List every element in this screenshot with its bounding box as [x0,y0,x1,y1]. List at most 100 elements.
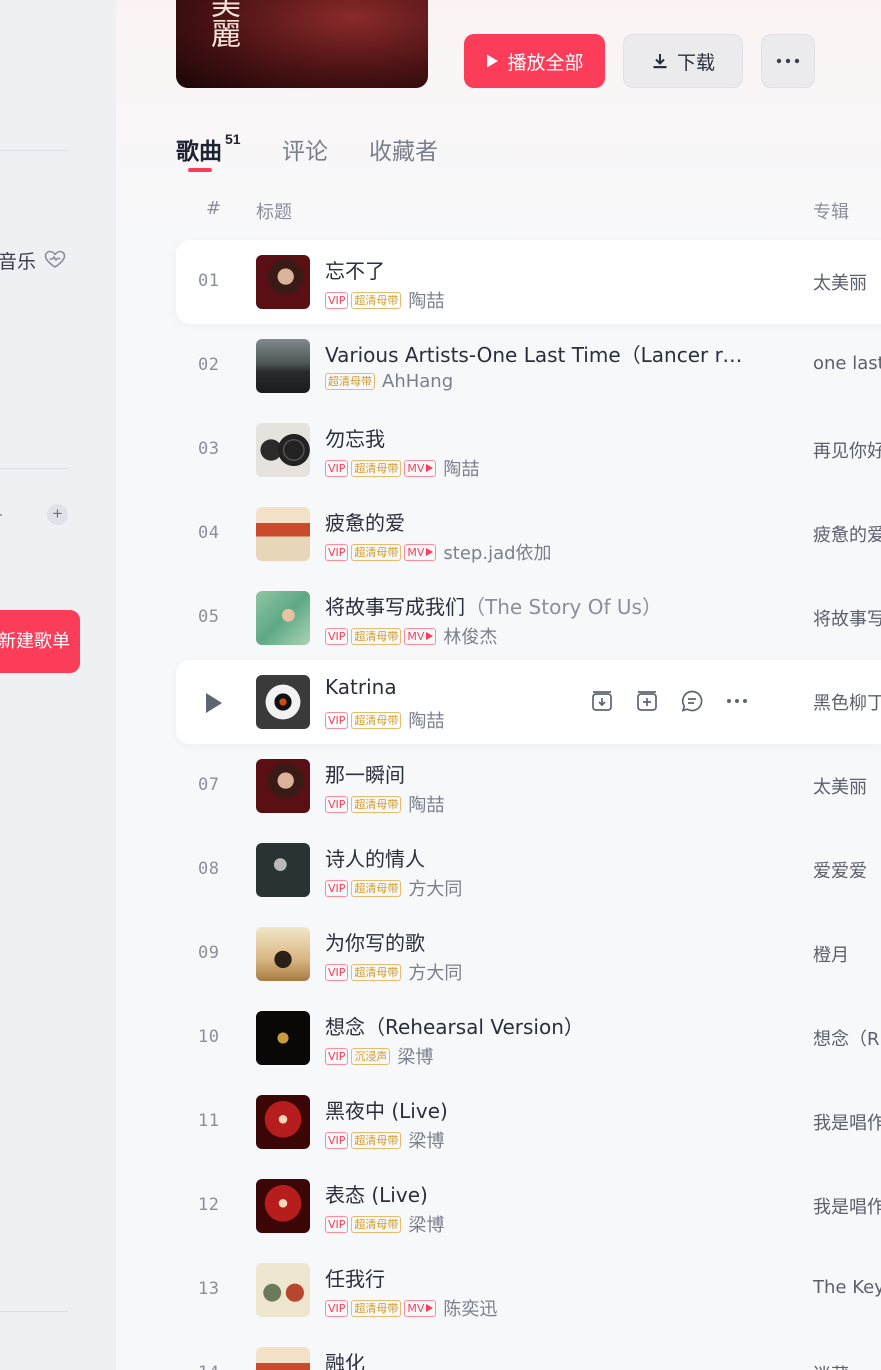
mv-badge[interactable]: MV [404,543,437,561]
song-row[interactable]: 13 任我行 VIP 超清母带 MV 陈奕迅 The Key [176,1248,881,1332]
song-artist[interactable]: 梁博 [408,1127,444,1153]
song-artist[interactable]: 陶喆 [408,707,444,733]
song-row[interactable]: 05 将故事写成我们（The Story Of Us） VIP 超清母带 MV 林俊杰 将故… [176,576,881,660]
add-playlist-icon[interactable]: + [47,504,68,525]
mv-badge[interactable]: MV [404,627,437,645]
song-index: 11 [198,1111,220,1131]
song-artist[interactable]: 方大同 [408,875,462,901]
play-all-label: 播放全部 [507,51,584,74]
song-thumbnail[interactable] [256,507,310,561]
song-title-text: 将故事写成我们 [325,595,465,619]
song-thumbnail[interactable] [256,1011,310,1065]
song-thumbnail[interactable] [256,1263,310,1317]
song-album[interactable]: 爱爱爱 [813,857,867,883]
song-title[interactable]: 为你写的歌 [325,927,425,956]
song-thumbnail[interactable] [256,759,310,813]
tab-songs[interactable]: 歌曲 51 [176,131,241,166]
song-thumbnail[interactable] [256,1347,310,1370]
song-title[interactable]: 将故事写成我们（The Story Of Us） [325,591,662,620]
song-row[interactable]: 08 诗人的情人 VIP 超清母带 方大同 爱爱爱 [176,828,881,912]
tab-subscribers[interactable]: 收藏者 [369,132,438,166]
song-album[interactable]: one last [813,353,881,374]
song-row[interactable]: 12 表态 (Live) VIP 超清母带 梁博 我是唱作 [176,1164,881,1248]
song-row[interactable]: 11 黑夜中 (Live) VIP 超清母带 梁博 我是唱作 [176,1080,881,1164]
song-title[interactable]: 融化 [325,1347,365,1370]
song-artist[interactable]: 方大同 [408,959,462,985]
song-artist[interactable]: AhHang [382,371,453,392]
playlist-cover[interactable]: 美麗 [176,0,428,88]
download-button[interactable]: 下载 [623,34,743,88]
song-artist[interactable]: 陶喆 [408,287,444,313]
mv-badge[interactable]: MV [404,1299,437,1317]
song-album[interactable]: 黑色柳丁 [813,689,881,715]
song-album[interactable]: The Key [813,1277,881,1298]
quality-badge: 超清母带 [351,1215,402,1233]
more-options-button[interactable] [761,34,815,88]
song-row[interactable]: 14 融化迷藏 [176,1332,881,1370]
song-album[interactable]: 橙月 [813,941,849,967]
song-meta: VIP 超清母带 MV 陈奕迅 [325,1295,497,1321]
song-row[interactable]: 10 想念（Rehearsal Version） VIP 沉浸声 梁博 想念（R [176,996,881,1080]
song-title[interactable]: 诗人的情人 [325,843,425,872]
song-album[interactable]: 太美丽 [813,269,867,295]
song-title[interactable]: 勿忘我 [325,423,385,452]
song-row[interactable]: 02 Various Artists-One Last Time（Lancer r… [176,324,881,408]
song-album[interactable]: 将故事写 [813,605,881,631]
song-title[interactable]: Katrina [325,675,397,699]
song-title[interactable]: 黑夜中 (Live) [325,1095,448,1124]
song-artist[interactable]: 林俊杰 [443,623,497,649]
song-album[interactable]: 再见你好 [813,437,881,463]
song-thumbnail[interactable] [256,1095,310,1149]
song-row[interactable]: 03 勿忘我 VIP 超清母带 MV 陶喆 再见你好 [176,408,881,492]
song-album[interactable]: 太美丽 [813,773,867,799]
song-title[interactable]: 任我行 [325,1263,385,1292]
song-title[interactable]: 那一瞬间 [325,759,405,788]
song-thumbnail[interactable] [256,1179,310,1233]
song-artist[interactable]: 陶喆 [408,791,444,817]
song-row[interactable]: 04 疲惫的爱 VIP 超清母带 MV step.jad依加 疲惫的爱 [176,492,881,576]
song-thumbnail[interactable] [256,927,310,981]
song-artist[interactable]: step.jad依加 [443,539,551,565]
song-thumbnail[interactable] [256,423,310,477]
row-play-icon[interactable] [206,693,222,713]
song-artist[interactable]: 陈奕迅 [443,1295,497,1321]
song-artist[interactable]: 陶喆 [443,455,479,481]
song-row[interactable]: 01 忘不了 VIP 超清母带 陶喆 太美丽 [176,240,881,324]
song-thumbnail[interactable] [256,675,310,729]
song-thumbnail[interactable] [256,339,310,393]
song-album[interactable]: 迷藏 [813,1361,849,1370]
heart-pulse-icon[interactable] [43,247,67,271]
more-horizontal-icon[interactable] [724,688,750,714]
song-title-text: 任我行 [325,1267,385,1291]
song-row[interactable]: Katrina VIP 超清母带 陶喆 黑色柳丁 [176,660,881,744]
play-all-button[interactable]: 播放全部 [464,34,605,88]
add-to-playlist-icon[interactable] [634,688,660,714]
song-title[interactable]: 忘不了 [325,255,385,284]
song-artist[interactable]: 梁博 [408,1211,444,1237]
song-album[interactable]: 我是唱作 [813,1109,881,1135]
song-thumbnail[interactable] [256,591,310,645]
song-title[interactable]: 想念（Rehearsal Version） [325,1011,584,1040]
song-artist[interactable]: 梁博 [397,1043,433,1069]
song-album[interactable]: 我是唱作 [813,1193,881,1219]
song-row[interactable]: 09 为你写的歌 VIP 超清母带 方大同 橙月 [176,912,881,996]
comment-icon[interactable] [679,688,705,714]
quality-badge: 超清母带 [351,627,402,645]
song-title[interactable]: 疲惫的爱 [325,507,405,536]
song-meta: VIP 超清母带 方大同 [325,959,462,985]
create-playlist-button[interactable]: 新建歌单 [0,610,80,673]
song-row[interactable]: 07 那一瞬间 VIP 超清母带 陶喆 太美丽 [176,744,881,828]
song-title[interactable]: Various Artists-One Last Time（Lancer re… [325,339,745,368]
sidebar-item-liked-music[interactable]: 音乐 [0,247,36,274]
song-thumbnail[interactable] [256,255,310,309]
mv-badge[interactable]: MV [404,459,437,477]
song-index: 09 [198,943,220,963]
download-song-icon[interactable] [589,688,615,714]
column-header-album[interactable]: 专辑 [813,198,849,224]
song-thumbnail[interactable] [256,843,310,897]
song-album[interactable]: 想念（R [813,1025,880,1051]
song-title[interactable]: 表态 (Live) [325,1179,428,1208]
song-album[interactable]: 疲惫的爱 [813,521,881,547]
column-header-title[interactable]: 标题 [256,198,292,224]
tab-comments[interactable]: 评论 [282,132,328,166]
